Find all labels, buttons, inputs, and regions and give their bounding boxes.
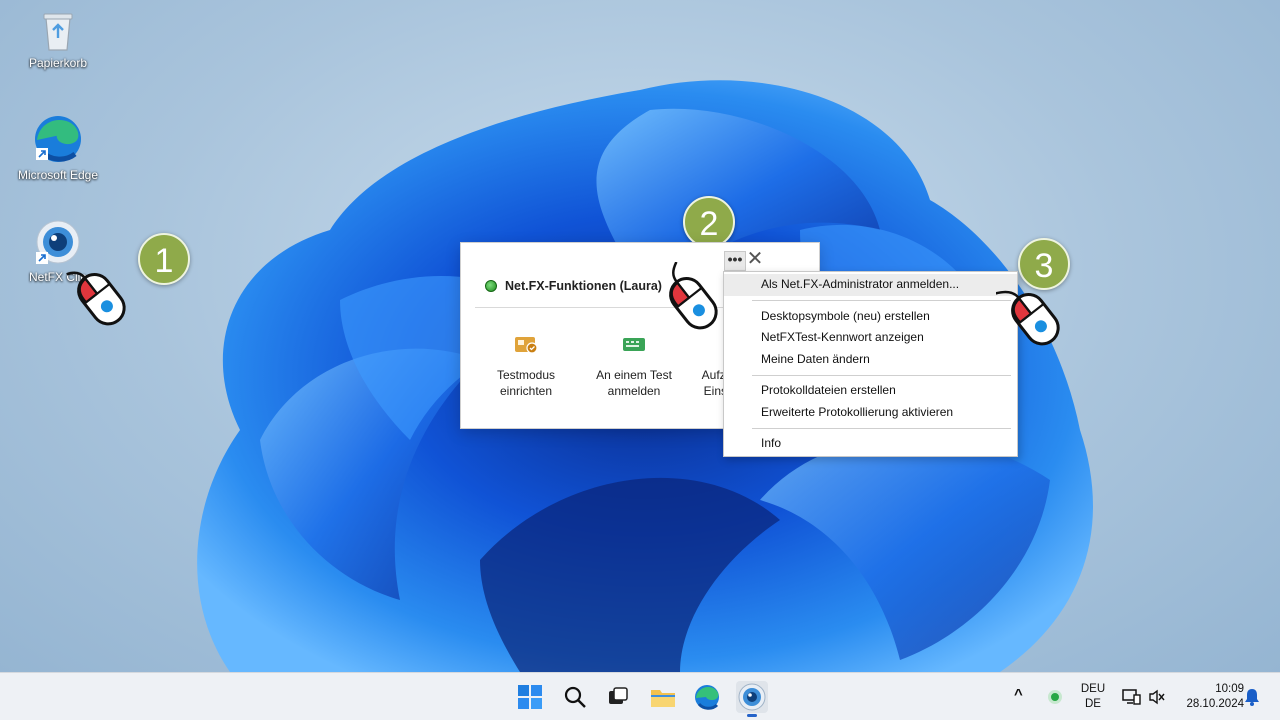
menu-item-extended-logging[interactable]: Erweiterte Protokollierung aktivieren <box>724 402 1017 424</box>
notification-bell-icon[interactable] <box>1236 681 1268 713</box>
menu-separator <box>752 300 1011 301</box>
language-indicator[interactable]: DEU DE <box>1078 682 1108 712</box>
file-explorer-icon[interactable] <box>647 681 679 713</box>
taskbar: ^ DEU DE 10:09 28.10.2024 <box>0 672 1280 720</box>
netfx-icon[interactable] <box>736 681 768 717</box>
menu-item-show-password[interactable]: NetFXTest-Kennwort anzeigen <box>724 327 1017 349</box>
tile-testmodus[interactable]: Testmodus einrichten <box>481 333 571 399</box>
context-menu: Als Net.FX-Administrator anmelden... Des… <box>723 271 1018 457</box>
volume-muted-icon[interactable] <box>1141 681 1173 713</box>
panel-title: Net.FX-Funktionen (Laura) <box>485 279 662 293</box>
mouse-click-icon-1 <box>66 271 126 326</box>
keyboard-layout: DE <box>1085 698 1101 710</box>
panel-title-text: Net.FX-Funktionen (Laura) <box>505 279 662 293</box>
tile-test-anmelden-line2: anmelden <box>607 384 661 398</box>
task-view-icon[interactable] <box>602 681 634 713</box>
step-badge-2: 2 <box>683 196 735 248</box>
menu-item-desktop-icons[interactable]: Desktopsymbole (neu) erstellen <box>724 306 1017 328</box>
tile-test-anmelden[interactable]: An einem Test anmelden <box>589 333 679 399</box>
start-icon[interactable] <box>514 681 546 713</box>
edge-label: Microsoft Edge <box>17 168 99 182</box>
clock[interactable]: 10:09 28.10.2024 <box>1172 682 1244 712</box>
netfx-tray-status-icon[interactable] <box>1039 681 1071 713</box>
edge-icon <box>35 116 81 162</box>
language-code: DEU <box>1080 683 1106 695</box>
recycle-bin-icon <box>43 13 73 51</box>
tile-testmodus-line2: einrichten <box>499 384 553 398</box>
mouse-click-icon-2 <box>669 262 718 330</box>
recycle-bin-label: Papierkorb <box>28 56 88 70</box>
tray-overflow-chevron[interactable]: ^ <box>1014 687 1023 702</box>
testmode-icon <box>515 337 538 354</box>
menu-item-edit-my-data[interactable]: Meine Daten ändern <box>724 349 1017 371</box>
tile-test-anmelden-line1: An einem Test <box>596 368 672 382</box>
desktop-icon-edge[interactable]: Microsoft Edge <box>13 114 103 182</box>
search-icon[interactable] <box>559 681 591 713</box>
tile-testmodus-line1: Testmodus <box>496 368 556 382</box>
active-app-indicator <box>747 714 757 717</box>
menu-item-create-logs[interactable]: Protokolldateien erstellen <box>724 380 1017 402</box>
desktop: Papierkorb Microsoft Edge NetFX Clie 1 2… <box>0 0 1280 672</box>
mouse-click-icon-3 <box>996 290 1060 346</box>
desktop-icon-recycle-bin[interactable]: Papierkorb <box>13 8 103 70</box>
online-status-icon <box>485 280 497 292</box>
menu-item-info[interactable]: Info <box>724 433 1017 455</box>
menu-separator <box>752 374 1011 376</box>
menu-item-admin-login[interactable]: Als Net.FX-Administrator anmelden... <box>724 274 1017 296</box>
menu-separator <box>752 427 1011 429</box>
edge-icon[interactable] <box>691 681 723 713</box>
close-icon[interactable]: ✕ <box>744 249 766 271</box>
step-badge-1: 1 <box>138 233 190 285</box>
keyboard-icon <box>623 338 645 351</box>
